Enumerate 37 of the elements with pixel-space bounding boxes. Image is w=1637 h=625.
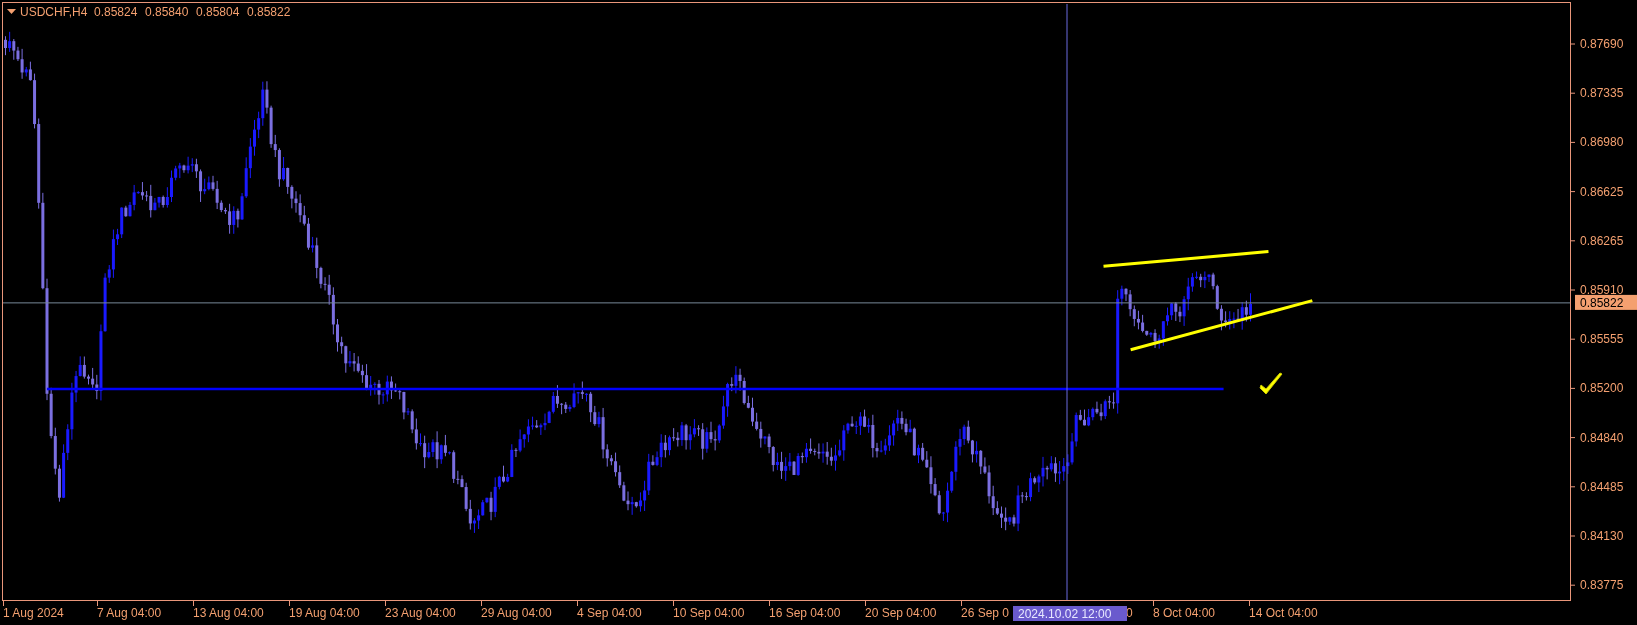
price-label: 0.87690 bbox=[1580, 37, 1624, 51]
price-label: 0.85200 bbox=[1580, 381, 1624, 396]
time-label: 26 Sep 0 bbox=[961, 606, 1010, 620]
price-label: 0.84485 bbox=[1580, 479, 1624, 494]
crosshair-time-label: 2024.10.02 12:00 bbox=[1013, 606, 1127, 621]
dropdown-triangle-icon[interactable] bbox=[7, 9, 16, 14]
price-label: 0.86265 bbox=[1580, 233, 1624, 248]
time-label: 4 Sep 04:00 bbox=[577, 606, 642, 620]
ohlc-value: 0.85804 bbox=[196, 5, 240, 19]
price-label: 0.84840 bbox=[1580, 430, 1624, 445]
price-label: 0.85555 bbox=[1580, 332, 1624, 347]
price-label: 0.83775 bbox=[1580, 578, 1624, 593]
price-label: 0.87335 bbox=[1580, 86, 1624, 101]
time-label: 1 Aug 2024 bbox=[3, 606, 64, 620]
price-label: 0.84130 bbox=[1580, 529, 1624, 543]
time-label: 13 Aug 04:00 bbox=[193, 606, 264, 620]
current-price-label: 0.85822 bbox=[1575, 294, 1637, 310]
price-label: 0.86980 bbox=[1580, 135, 1624, 150]
ohlc-value: 0.85824 bbox=[94, 5, 138, 19]
time-label: 20 Sep 04:00 bbox=[865, 606, 937, 620]
price-label: 0.85910 bbox=[1580, 283, 1624, 297]
price-label: 0.86625 bbox=[1580, 184, 1624, 199]
trend-line[interactable] bbox=[1130, 299, 1313, 352]
ohlc-value: 0.85822 bbox=[247, 5, 291, 19]
time-label: 8 Oct 04:00 bbox=[1153, 606, 1216, 620]
symbol-label: USDCHF,H4 bbox=[20, 5, 88, 19]
time-label: 29 Aug 04:00 bbox=[481, 606, 552, 620]
time-label: 14 Oct 04:00 bbox=[1249, 606, 1318, 620]
checkmark-icon bbox=[1259, 372, 1283, 395]
time-label: 19 Aug 04:00 bbox=[289, 606, 360, 620]
time-label: 23 Aug 04:00 bbox=[385, 606, 456, 620]
time-label: 0 bbox=[1126, 606, 1133, 620]
time-label: 10 Sep 04:00 bbox=[673, 606, 745, 620]
time-label: 7 Aug 04:00 bbox=[97, 606, 162, 620]
time-label: 16 Sep 04:00 bbox=[769, 606, 841, 620]
trend-line[interactable] bbox=[1103, 250, 1269, 268]
ohlc-value: 0.85840 bbox=[145, 5, 189, 19]
